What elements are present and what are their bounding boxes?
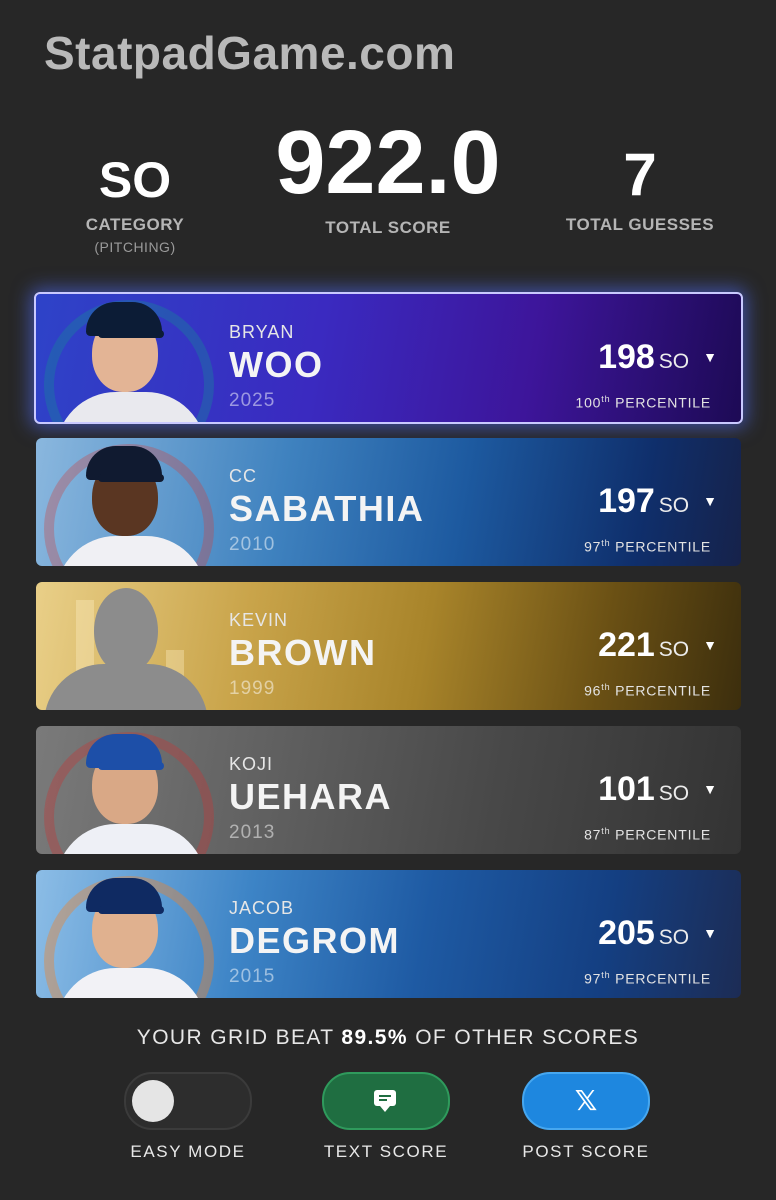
player-percentile: 87th PERCENTILE — [584, 826, 711, 843]
player-card-degrom[interactable]: JACOB DEGROM 2015 205 SO ▼ 97th PERCENTILE — [36, 870, 741, 998]
player-card-uehara[interactable]: KOJI UEHARA 2013 101 SO ▼ 87th PERCENTILE — [36, 726, 741, 854]
player-last-name: BROWN — [229, 632, 377, 673]
category-sub: (PITCHING) — [94, 239, 176, 255]
post-score-label: POST SCORE — [522, 1142, 650, 1161]
score-unit: SO — [658, 638, 690, 661]
score-unit: SO — [658, 350, 690, 373]
player-card-brown[interactable]: KEVIN BROWN 1999 221 SO ▼ 96th PERCENTILE — [36, 582, 741, 710]
player-photo — [36, 726, 216, 854]
player-last-name: WOO — [229, 344, 324, 385]
easy-mode-label: EASY MODE — [130, 1142, 246, 1161]
easy-mode-toggle[interactable] — [124, 1072, 252, 1130]
easy-mode-control: EASY MODE — [88, 1072, 288, 1162]
total-guesses-value: 7 — [623, 141, 657, 208]
expand-caret-icon[interactable]: ▼ — [703, 637, 717, 653]
score-value: 205 — [598, 914, 655, 952]
player-last-name: DEGROM — [229, 920, 400, 961]
total-guesses-stat: 7 TOTAL GUESSES — [550, 145, 730, 235]
expand-caret-icon[interactable]: ▼ — [703, 349, 717, 365]
player-year: 2013 — [229, 822, 276, 843]
player-score: 101 SO ▼ — [598, 770, 717, 809]
expand-caret-icon[interactable]: ▼ — [703, 781, 717, 797]
score-value: 198 — [598, 338, 655, 376]
total-guesses-label: TOTAL GUESSES — [565, 215, 715, 234]
post-score-control: 𝕏 POST SCORE — [486, 1072, 686, 1162]
text-score-button[interactable] — [322, 1072, 450, 1130]
score-value: 197 — [598, 482, 655, 520]
player-year: 2015 — [229, 966, 276, 987]
player-percentile: 96th PERCENTILE — [584, 682, 711, 699]
player-first-name: KOJI — [229, 754, 274, 774]
player-last-name: SABATHIA — [229, 488, 425, 529]
player-photo — [36, 870, 216, 998]
player-percentile: 97th PERCENTILE — [584, 970, 711, 987]
player-score: 198 SO ▼ — [598, 338, 717, 377]
expand-caret-icon[interactable]: ▼ — [703, 493, 717, 509]
total-score-stat: 922.0 TOTAL SCORE — [240, 118, 536, 238]
site-title: StatpadGame.com — [44, 27, 456, 79]
player-year: 2025 — [229, 390, 276, 411]
category-stat: SO CATEGORY (PITCHING) — [70, 155, 200, 255]
score-unit: SO — [658, 782, 690, 805]
score-value: 101 — [598, 770, 655, 808]
player-year: 2010 — [229, 534, 276, 555]
category-value: SO — [98, 152, 172, 208]
player-card-sabathia[interactable]: CC SABATHIA 2010 197 SO ▼ 97th PERCENTILE — [36, 438, 741, 566]
player-photo — [36, 438, 216, 566]
post-score-button[interactable]: 𝕏 — [522, 1072, 650, 1130]
text-score-control: TEXT SCORE — [286, 1072, 486, 1162]
player-last-name: UEHARA — [229, 776, 393, 817]
score-unit: SO — [658, 926, 690, 949]
player-first-name: JACOB — [229, 898, 295, 918]
player-percentile: 100th PERCENTILE — [575, 394, 711, 411]
player-year: 1999 — [229, 678, 276, 699]
text-score-label: TEXT SCORE — [323, 1142, 449, 1161]
summary-value: 89.5% — [341, 1026, 408, 1049]
player-score: 221 SO ▼ — [598, 626, 717, 665]
player-score: 197 SO ▼ — [598, 482, 717, 521]
summary-prefix: YOUR GRID BEAT — [136, 1026, 335, 1049]
summary-suffix: OF OTHER SCORES — [415, 1026, 640, 1049]
grid-beat-summary: YOUR GRID BEAT 89.5% OF OTHER SCORES — [0, 1026, 776, 1050]
total-score-value: 922.0 — [275, 113, 501, 213]
player-card-woo[interactable]: BRYAN WOO 2025 198 SO ▼ 100th PERCENTILE — [34, 292, 743, 424]
expand-caret-icon[interactable]: ▼ — [703, 925, 717, 941]
player-photo — [36, 294, 216, 422]
player-first-name: KEVIN — [229, 610, 289, 630]
category-label: CATEGORY — [85, 215, 185, 234]
total-score-label: TOTAL SCORE — [325, 218, 451, 237]
x-logo-icon: 𝕏 — [574, 1085, 598, 1116]
score-value: 221 — [598, 626, 655, 664]
chat-icon — [374, 1090, 396, 1112]
player-first-name: CC — [229, 466, 257, 486]
toggle-knob — [132, 1080, 174, 1122]
player-score: 205 SO ▼ — [598, 914, 717, 953]
player-first-name: BRYAN — [229, 322, 295, 342]
player-photo — [36, 582, 216, 710]
player-percentile: 97th PERCENTILE — [584, 538, 711, 555]
score-unit: SO — [658, 494, 690, 517]
